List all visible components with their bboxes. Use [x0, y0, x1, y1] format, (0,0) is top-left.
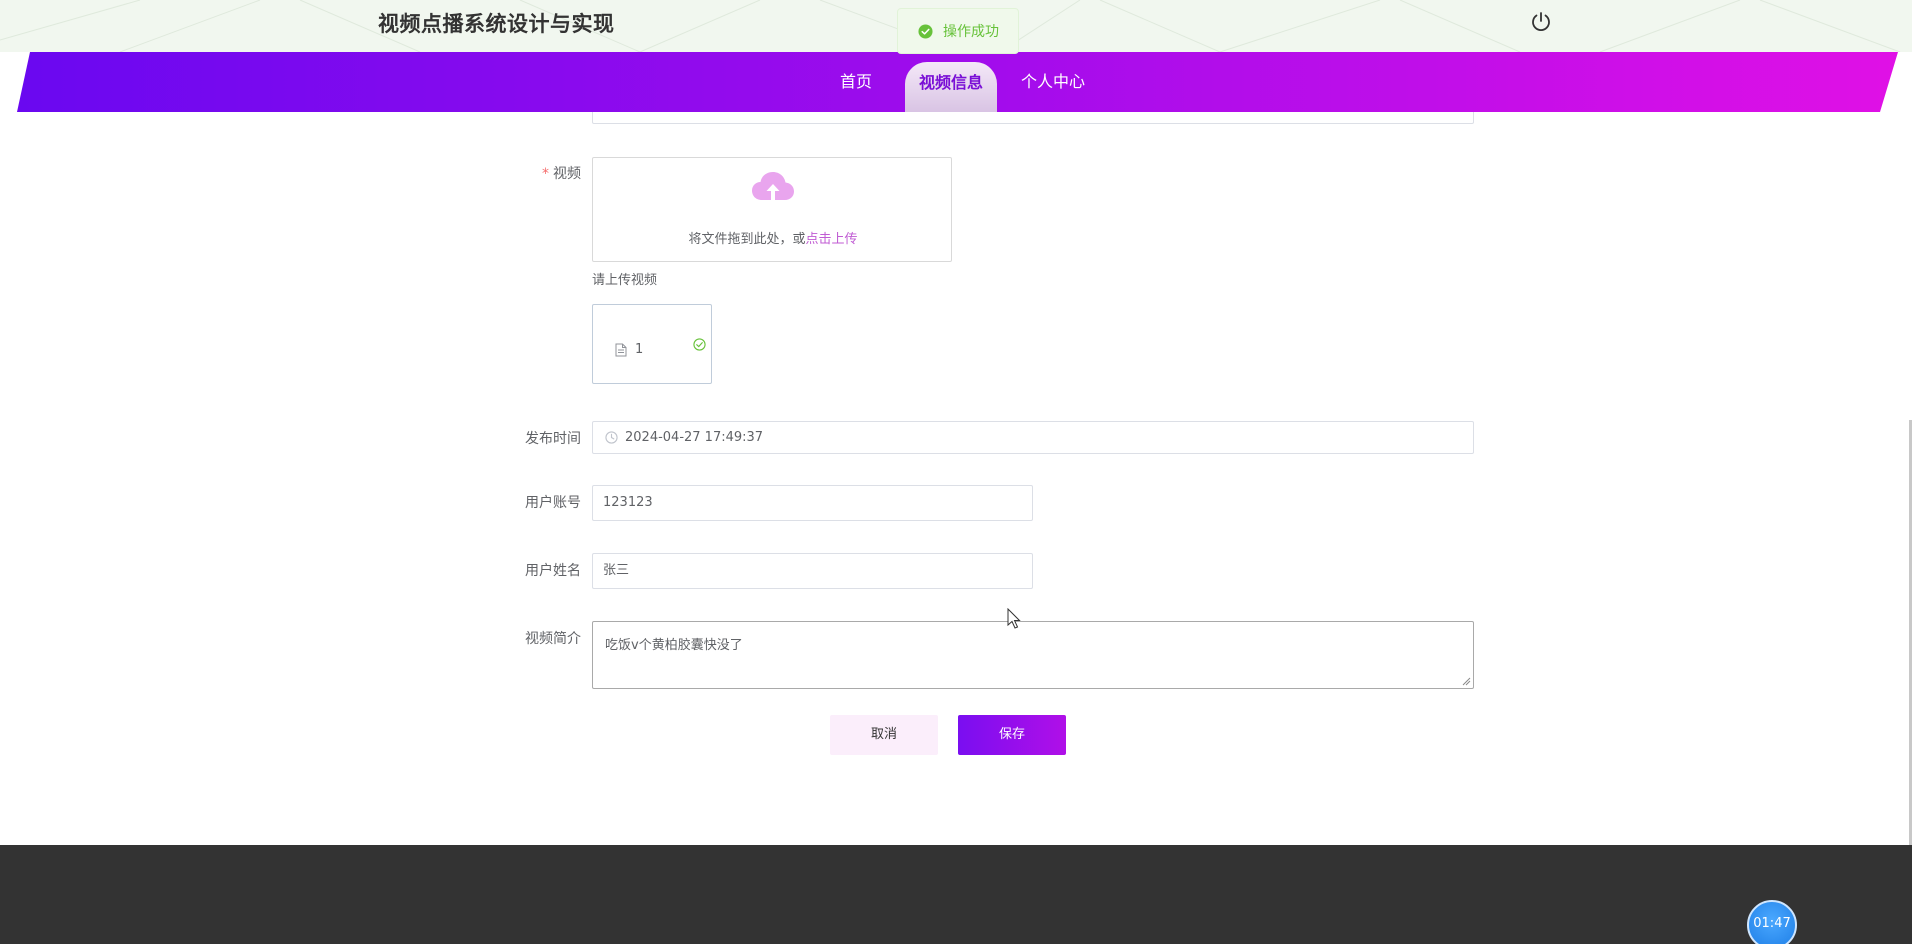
video-intro-value: 吃饭v个黄柏胶囊快没了 — [605, 638, 743, 653]
toast-message: 操作成功 — [943, 24, 999, 40]
timer-badge[interactable]: 01:47 — [1747, 900, 1797, 944]
user-name-label: 用户姓名 — [525, 563, 581, 579]
upload-tip: 请上传视频 — [592, 273, 658, 288]
mouse-cursor-icon — [1007, 608, 1021, 629]
user-name-input[interactable]: 张三 — [592, 553, 1033, 589]
upload-link[interactable]: 点击上传 — [806, 232, 858, 247]
video-form: * 视频 将文件拖到此处，或点击上传 请上传视频 1 发布时间 2024-04-… — [0, 0, 1912, 944]
uploaded-file-card[interactable]: 1 — [592, 304, 712, 384]
nav-item-personal-center[interactable]: 个人中心 — [1018, 62, 1088, 102]
check-circle-icon — [693, 338, 706, 351]
cloud-upload-icon — [752, 172, 794, 200]
upload-hint: 将文件拖到此处，或 — [688, 232, 806, 247]
resize-grip-icon[interactable] — [1462, 677, 1471, 686]
nav-item-home[interactable]: 首页 — [833, 62, 879, 102]
document-icon — [615, 343, 627, 357]
nav-item-video-info[interactable]: 视频信息 — [905, 62, 997, 112]
save-button[interactable]: 保存 — [958, 715, 1066, 755]
required-mark: * — [542, 166, 549, 182]
cancel-button[interactable]: 取消 — [830, 715, 938, 755]
video-upload-dropzone[interactable]: 将文件拖到此处，或点击上传 — [592, 157, 952, 262]
video-label-text: 视频 — [553, 166, 581, 182]
publish-time-label: 发布时间 — [525, 431, 581, 447]
video-intro-label: 视频简介 — [525, 631, 581, 647]
nav-bar: 首页 视频信息 个人中心 — [0, 52, 1912, 112]
success-toast: 操作成功 — [897, 8, 1019, 54]
user-account-input[interactable]: 123123 — [592, 485, 1033, 521]
success-icon — [918, 23, 933, 39]
video-intro-textarea[interactable]: 吃饭v个黄柏胶囊快没了 — [592, 621, 1474, 689]
publish-time-value: 2024-04-27 17:49:37 — [625, 430, 764, 445]
video-label: * 视频 — [461, 163, 581, 183]
nav-items: 首页 视频信息 个人中心 — [0, 52, 1912, 112]
file-name: 1 — [635, 342, 644, 357]
page: 视频点播系统设计与实现 操作成功 首页 视频信息 个人中心 * 视频 将文件拖到… — [0, 0, 1912, 944]
upload-text: 将文件拖到此处，或点击上传 — [593, 228, 953, 247]
publish-time-input[interactable]: 2024-04-27 17:49:37 — [592, 421, 1474, 454]
user-account-label: 用户账号 — [525, 495, 581, 511]
clock-icon — [605, 431, 618, 444]
footer — [0, 845, 1912, 944]
